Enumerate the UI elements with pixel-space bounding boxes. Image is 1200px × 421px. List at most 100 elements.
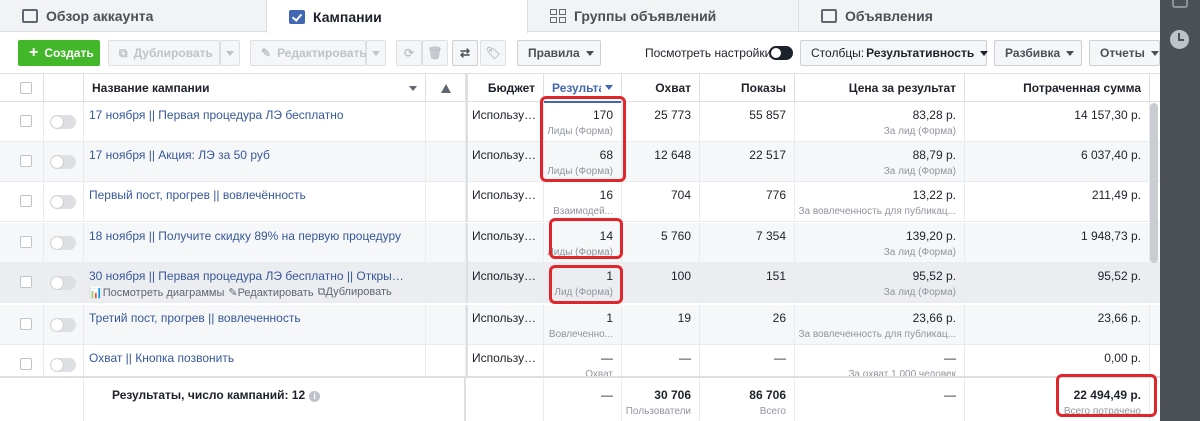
columns-button[interactable]: Столбцы: Результативность bbox=[800, 40, 989, 66]
spent-value: 6 037,40 р. bbox=[1080, 148, 1141, 162]
tab-campaigns[interactable]: Кампании bbox=[266, 0, 528, 33]
ads-icon bbox=[821, 9, 837, 23]
info-icon[interactable]: i bbox=[309, 391, 321, 402]
duplicate-button[interactable]: ⧉ Дублировать bbox=[108, 40, 220, 66]
results-value: — bbox=[601, 351, 613, 365]
row-actions: 📊Посмотреть диаграммы ✎Редактировать ⧉Дубл… bbox=[89, 286, 392, 299]
row-budget-cell: Использует... bbox=[466, 102, 544, 142]
toggle-column-header bbox=[44, 74, 84, 102]
results-type: Взаимодей... bbox=[553, 206, 613, 217]
campaign-name-link[interactable]: 30 ноября || Первая процедура ЛЭ бесплат… bbox=[89, 269, 409, 283]
panel-icon[interactable] bbox=[1172, 0, 1188, 8]
history-clock-icon[interactable] bbox=[1170, 30, 1189, 49]
reach-value: 704 bbox=[670, 188, 691, 202]
row-checkbox[interactable] bbox=[20, 195, 32, 207]
row-checkbox[interactable] bbox=[20, 236, 32, 248]
campaign-name-link[interactable]: Первый пост, прогрев || вовлечённость bbox=[89, 188, 409, 202]
table-row[interactable]: Третий пост, прогрев || вовлеченность Исп… bbox=[0, 305, 1160, 345]
row-impressions-cell: 7 354 bbox=[700, 223, 795, 263]
summary-spacer: ▶ bbox=[0, 378, 84, 421]
row-toggle-cell bbox=[44, 223, 84, 263]
header-impressions[interactable]: Показы bbox=[700, 74, 795, 102]
header-amount-spent[interactable]: Потраченная сумма bbox=[965, 74, 1150, 102]
spent-value: 1 948,73 р. bbox=[1080, 229, 1141, 243]
row-checkbox[interactable] bbox=[20, 155, 32, 167]
table-scrollbar[interactable] bbox=[1150, 103, 1158, 263]
row-results-cell: 16 Взаимодей... bbox=[544, 182, 622, 222]
tag-button[interactable]: 🏷 bbox=[480, 40, 506, 66]
campaign-name-link[interactable]: Охват || Кнопка позвонить bbox=[89, 351, 409, 365]
campaign-name-link[interactable]: Третий пост, прогрев || вовлеченность bbox=[89, 311, 409, 325]
reports-button[interactable]: Отчеты bbox=[1089, 40, 1160, 66]
duplicate-link[interactable]: ⧉Дублировать bbox=[318, 286, 392, 299]
highlight-box-total-spent bbox=[1056, 374, 1157, 417]
row-checkbox[interactable] bbox=[20, 318, 32, 330]
tab-account-overview[interactable]: Обзор аккаунта bbox=[0, 0, 275, 32]
columns-value: Результативность bbox=[866, 46, 975, 60]
table-row[interactable]: Первый пост, прогрев || вовлечённость Исп… bbox=[0, 182, 1160, 222]
tab-label: Кампании bbox=[313, 8, 382, 25]
edit-dropdown-button[interactable] bbox=[366, 40, 386, 66]
campaign-name-link[interactable]: 17 ноября || Акция: ЛЭ за 50 руб bbox=[89, 148, 409, 162]
summary-cost: — bbox=[795, 378, 965, 421]
row-spent-cell: 14 157,30 р. bbox=[965, 102, 1150, 142]
row-cost-cell: 83,28 р. За лид (Форма) bbox=[795, 102, 965, 142]
edit-button[interactable]: ✎ Редактировать bbox=[250, 40, 367, 66]
reach-value: 100 bbox=[670, 269, 691, 283]
trash-icon: 🗑 bbox=[427, 46, 443, 60]
budget-value: Использует... bbox=[472, 188, 542, 202]
columns-prefix: Столбцы: bbox=[811, 46, 865, 60]
header-label: Потраченная сумма bbox=[1023, 81, 1141, 95]
campaign-status-toggle[interactable] bbox=[50, 155, 76, 169]
edit-link[interactable]: ✎Редактировать bbox=[228, 286, 313, 299]
campaign-status-toggle[interactable] bbox=[50, 236, 76, 250]
row-spent-cell: 211,49 р. bbox=[965, 182, 1150, 222]
select-all-checkbox[interactable] bbox=[20, 82, 32, 94]
header-budget[interactable]: Бюджет bbox=[466, 74, 544, 102]
duplicate-dropdown-button[interactable] bbox=[220, 40, 240, 66]
header-label: Бюджет bbox=[487, 81, 535, 95]
campaign-status-toggle[interactable] bbox=[50, 115, 76, 129]
campaign-name-link[interactable]: 18 ноября || Получите скидку 89% на перв… bbox=[89, 229, 409, 243]
row-checkbox[interactable] bbox=[20, 115, 32, 127]
row-checkbox[interactable] bbox=[20, 358, 32, 370]
delete-button[interactable]: 🗑 bbox=[422, 40, 448, 66]
tab-ads[interactable]: Объявления bbox=[799, 0, 1160, 32]
row-impressions-cell: 22 517 bbox=[700, 142, 795, 182]
row-select-cell bbox=[0, 305, 44, 345]
campaign-level-tabs: Обзор аккаунта Кампании Группы объявлени… bbox=[0, 0, 1160, 33]
row-reach-cell: 19 bbox=[622, 305, 700, 345]
campaign-name-link[interactable]: 17 ноября || Первая процедура ЛЭ бесплат… bbox=[89, 108, 409, 122]
ab-test-button[interactable]: ⇄ bbox=[452, 40, 478, 66]
header-delivery-warning[interactable] bbox=[426, 74, 466, 102]
create-button[interactable]: + Создать bbox=[18, 40, 100, 66]
summary-reach: 30 706 Пользователи bbox=[622, 378, 700, 421]
reach-value: 19 bbox=[677, 311, 691, 325]
rules-button[interactable]: Правила bbox=[517, 40, 601, 66]
header-cost-per-result[interactable]: Цена за результат bbox=[795, 74, 965, 102]
cost-value: — bbox=[944, 351, 956, 365]
chevron-down-icon bbox=[980, 50, 989, 56]
campaign-status-toggle[interactable] bbox=[50, 276, 76, 290]
header-reach[interactable]: Охват bbox=[622, 74, 700, 102]
tab-label: Группы объявлений bbox=[574, 8, 717, 24]
header-campaign-name[interactable]: Название кампании bbox=[84, 74, 426, 102]
budget-value: Использует... bbox=[472, 311, 542, 325]
spent-value: 14 157,30 р. bbox=[1074, 108, 1141, 122]
row-checkbox[interactable] bbox=[20, 276, 32, 288]
campaign-status-toggle[interactable] bbox=[50, 318, 76, 332]
view-settings-toggle[interactable] bbox=[769, 46, 793, 60]
toggle-status-button[interactable]: ⟳ bbox=[396, 40, 422, 66]
campaign-status-toggle[interactable] bbox=[50, 195, 76, 209]
row-spent-cell: 1 948,73 р. bbox=[965, 223, 1150, 263]
row-budget-cell: Использует... bbox=[466, 305, 544, 345]
results-value: 1 bbox=[606, 311, 613, 325]
tab-ad-sets[interactable]: Группы объявлений bbox=[528, 0, 798, 32]
row-select-cell bbox=[0, 182, 44, 222]
view-charts-link[interactable]: 📊Посмотреть диаграммы bbox=[89, 286, 224, 299]
impressions-value: 776 bbox=[765, 188, 786, 202]
cost-type: За лид (Форма) bbox=[883, 126, 956, 137]
breakdown-button[interactable]: Разбивка bbox=[994, 40, 1082, 66]
campaign-status-toggle[interactable] bbox=[50, 358, 76, 372]
budget-value: Использует... bbox=[472, 108, 542, 122]
